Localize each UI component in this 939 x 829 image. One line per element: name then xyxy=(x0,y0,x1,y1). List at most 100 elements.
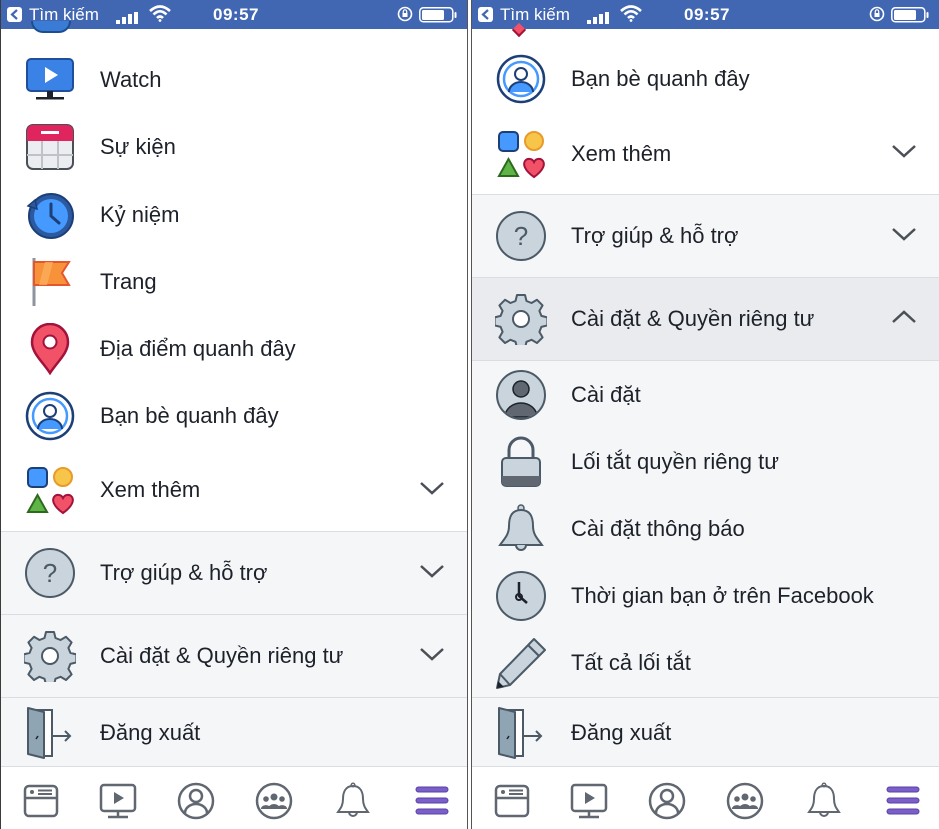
menu-item-watch[interactable]: Watch xyxy=(1,47,467,113)
watch-tab-icon xyxy=(99,783,137,819)
map-pin-icon xyxy=(23,322,77,376)
menu-item-memories[interactable]: Kỷ niệm xyxy=(1,181,467,248)
section-label: Cài đặt & Quyền riêng tư xyxy=(571,306,815,331)
tab-menu[interactable] xyxy=(412,781,452,821)
shapes-icon xyxy=(494,127,548,181)
back-to-search-link[interactable]: Tìm kiếm xyxy=(500,5,570,25)
bell-icon xyxy=(494,502,548,556)
submenu-item-all-shortcuts[interactable]: Tất cả lối tắt xyxy=(472,629,939,697)
nearby-friends-icon xyxy=(494,52,548,106)
submenu-item-label: Cài đặt thông báo xyxy=(571,515,745,541)
nearby-friends-icon xyxy=(23,389,77,443)
svg-text:?: ? xyxy=(514,221,528,251)
menu-item-label: Bạn bè quanh đây xyxy=(100,402,279,428)
submenu-item-label: Tất cả lối tắt xyxy=(571,650,691,675)
rotation-lock-icon xyxy=(397,6,413,27)
help-icon: ? xyxy=(23,546,77,600)
submenu-item-label: Thời gian bạn ở trên Facebook xyxy=(571,582,874,608)
chevron-down-icon[interactable] xyxy=(419,646,445,667)
left-screen: Tìm kiếm 09:57 Watch Sự kiện Kỷ niệm Tra… xyxy=(1,0,467,829)
notifications-icon xyxy=(336,782,370,817)
help-icon: ? xyxy=(494,209,548,263)
section-label: Trợ giúp & hỗ trợ xyxy=(100,560,268,585)
account-icon xyxy=(494,368,548,422)
tab-groups[interactable] xyxy=(725,781,765,821)
battery-icon xyxy=(891,7,931,28)
logout-label: Đăng xuất xyxy=(571,720,672,745)
tab-watch[interactable] xyxy=(569,781,609,821)
tab-news-feed[interactable] xyxy=(21,781,61,821)
submenu-item-label: Cài đặt xyxy=(571,381,641,407)
tab-notifications[interactable] xyxy=(333,781,373,821)
submenu-item-settings[interactable]: Cài đặt xyxy=(472,361,939,428)
wifi-icon xyxy=(149,5,171,27)
watch-tab-icon xyxy=(570,783,608,819)
clock-icon xyxy=(494,569,548,623)
menu-item-label: Watch xyxy=(100,67,162,92)
menu-item-nearby-friends[interactable]: Bạn bè quanh đây xyxy=(1,382,467,449)
tab-news-feed[interactable] xyxy=(492,781,532,821)
svg-text:?: ? xyxy=(43,558,57,588)
menu-item-see-more[interactable]: Xem thêm xyxy=(1,449,467,531)
chevron-down-icon[interactable] xyxy=(891,143,917,164)
lock-icon xyxy=(494,435,548,489)
logout-item[interactable]: Đăng xuất xyxy=(1,698,467,768)
back-icon[interactable] xyxy=(478,7,493,22)
submenu-item-privacy-shortcuts[interactable]: Lối tắt quyền riêng tư xyxy=(472,428,939,495)
menu-item-pages[interactable]: Trang xyxy=(1,248,467,315)
chevron-up-icon[interactable] xyxy=(891,309,917,330)
rotation-lock-icon xyxy=(869,6,885,27)
status-bar: Tìm kiếm 09:57 xyxy=(1,0,467,29)
menu-item-label: Trang xyxy=(100,268,157,294)
tab-profile[interactable] xyxy=(176,781,216,821)
chevron-down-icon[interactable] xyxy=(891,226,917,247)
section-settings-privacy[interactable]: Cài đặt & Quyền riêng tư xyxy=(1,615,467,697)
flag-icon xyxy=(23,255,77,309)
menu-item-see-more[interactable]: Xem thêm xyxy=(472,113,939,194)
menu-item-label: Xem thêm xyxy=(100,477,201,502)
chevron-down-icon[interactable] xyxy=(419,563,445,584)
menu-item-label: Bạn bè quanh đây xyxy=(571,66,750,91)
pencil-icon xyxy=(494,636,548,690)
signal-icon xyxy=(116,9,140,29)
tab-watch[interactable] xyxy=(98,781,138,821)
section-help-support[interactable]: ? Trợ giúp & hỗ trợ xyxy=(472,195,939,277)
signal-icon xyxy=(587,9,611,29)
watch-tv-icon xyxy=(23,53,77,107)
memories-clock-icon xyxy=(23,188,77,242)
menu-list: Bạn bè quanh đây Xem thêm ? Trợ giúp & h… xyxy=(472,22,939,768)
menu-icon xyxy=(886,786,920,815)
tab-menu[interactable] xyxy=(883,781,923,821)
logout-label: Đăng xuất xyxy=(100,720,201,745)
news-feed-icon xyxy=(494,784,530,818)
menu-list: Watch Sự kiện Kỷ niệm Trang Địa điểm qua xyxy=(1,21,467,768)
tab-profile[interactable] xyxy=(647,781,687,821)
settings-submenu: Cài đặt Lối tắt quyền riêng tư Cài đặt t… xyxy=(472,361,939,697)
submenu-item-label: Lối tắt quyền riêng tư xyxy=(571,448,779,474)
menu-item-events[interactable]: Sự kiện xyxy=(1,113,467,181)
right-screen: Tìm kiếm 09:57 Bạn bè quanh đây Xem thêm… xyxy=(472,0,939,829)
menu-icon xyxy=(415,786,449,815)
menu-item-label: Xem thêm xyxy=(571,140,672,166)
news-feed-icon xyxy=(23,784,59,818)
menu-item-label: Kỷ niệm xyxy=(100,201,180,227)
chevron-down-icon[interactable] xyxy=(419,480,445,501)
clock-time: 09:57 xyxy=(213,5,259,24)
section-help-support[interactable]: ? Trợ giúp & hỗ trợ xyxy=(1,532,467,614)
section-settings-privacy[interactable]: Cài đặt & Quyền riêng tư xyxy=(472,278,939,360)
profile-icon xyxy=(648,782,686,820)
partial-icon xyxy=(31,21,71,33)
tab-notifications[interactable] xyxy=(804,781,844,821)
tab-bar xyxy=(472,766,939,829)
groups-icon xyxy=(255,782,293,820)
wifi-icon xyxy=(620,5,642,27)
submenu-item-time-on-facebook[interactable]: Thời gian bạn ở trên Facebook xyxy=(472,562,939,629)
menu-item-places[interactable]: Địa điểm quanh đây xyxy=(1,315,467,382)
calendar-icon xyxy=(23,120,77,174)
notifications-icon xyxy=(807,782,841,817)
submenu-item-notification-settings[interactable]: Cài đặt thông báo xyxy=(472,495,939,562)
back-icon[interactable] xyxy=(7,7,22,22)
menu-item-nearby-friends[interactable]: Bạn bè quanh đây xyxy=(472,45,939,113)
logout-item[interactable]: Đăng xuất xyxy=(472,698,939,768)
tab-groups[interactable] xyxy=(254,781,294,821)
